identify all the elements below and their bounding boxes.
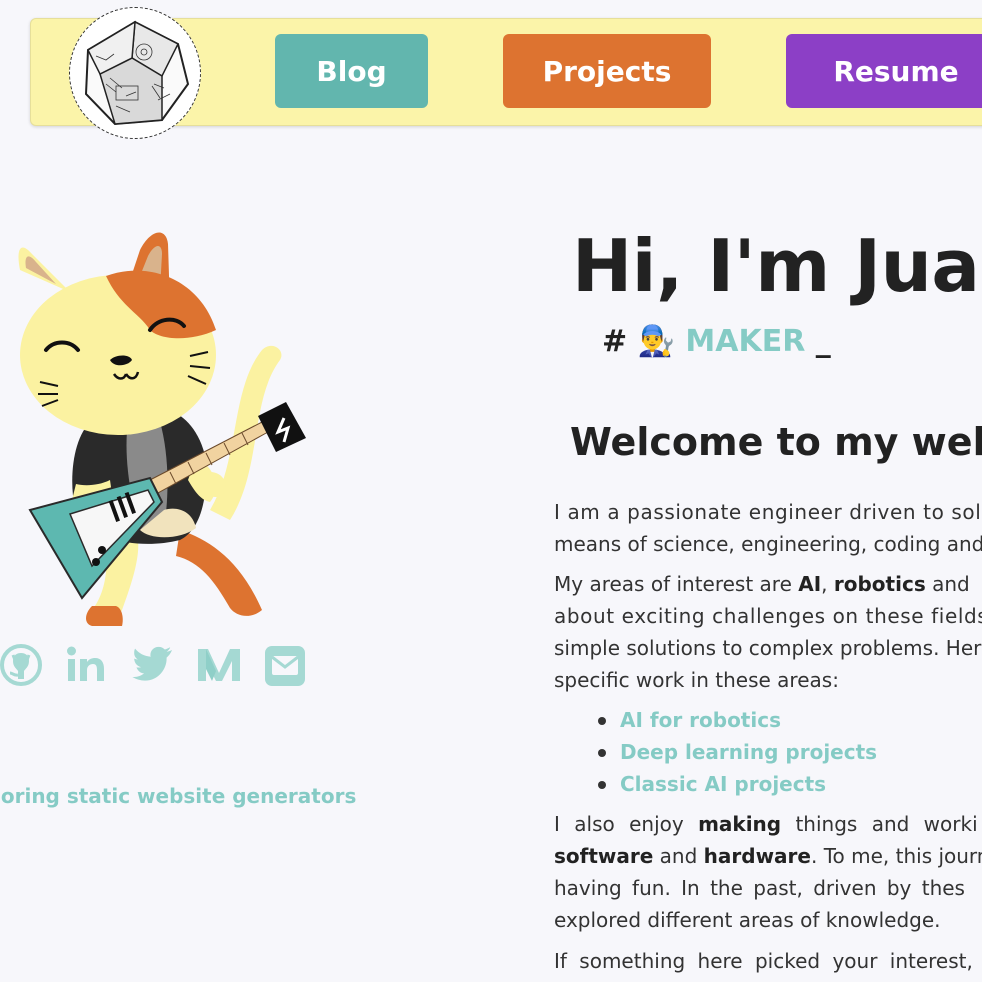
interests-paragraph: My areas of interest are AI, robotics an… (554, 568, 982, 696)
text-line: specific work in these areas: (554, 668, 839, 692)
text-line: having fun. In the past, driven by thes (554, 876, 965, 900)
mechanic-emoji-icon: 👨‍🔧 (637, 324, 675, 359)
list-item: Deep learning projects (598, 736, 877, 768)
text-line: simple solutions to complex problems. He… (554, 636, 982, 660)
cat-guitarist-illustration (18, 232, 306, 626)
list-item: Classic AI projects (598, 768, 877, 800)
projects-button[interactable]: Projects (503, 34, 711, 108)
deep-learning-projects-link[interactable]: Deep learning projects (620, 740, 877, 764)
typed-tagline: # 👨‍🔧 MAKER _ (602, 324, 831, 359)
dodecahedron-logo-icon (84, 20, 190, 126)
contact-paragraph: If something here picked your interest, (554, 945, 982, 977)
typing-cursor: _ (815, 324, 831, 359)
making-paragraph: I also enjoy making things and worki sof… (554, 808, 982, 936)
classic-ai-projects-link[interactable]: Classic AI projects (620, 772, 826, 796)
github-icon[interactable] (0, 643, 42, 687)
text-line: about exciting challenges on these field… (554, 604, 982, 628)
sidebar-post-link[interactable]: loring static website generators (0, 784, 356, 808)
blog-button[interactable]: Blog (275, 34, 428, 108)
ai-for-robotics-link[interactable]: AI for robotics (620, 708, 781, 732)
tagline-hash: # (602, 324, 628, 359)
tagline-word: MAKER (685, 324, 806, 359)
email-icon[interactable] (264, 643, 306, 687)
intro-paragraph: I am a passionate engineer driven to sol… (554, 496, 982, 560)
linkedin-icon[interactable] (66, 643, 108, 687)
text-line: I am a passionate engineer driven to sol (554, 500, 982, 524)
resume-button[interactable]: Resume (786, 34, 982, 108)
text-line: My areas of interest are AI, robotics an… (554, 572, 970, 596)
page-title: Hi, I'm Juan (572, 224, 982, 308)
text-line: If something here picked your interest, (554, 949, 973, 973)
twitter-icon[interactable] (132, 643, 174, 687)
logo[interactable] (69, 7, 201, 139)
text-line: means of science, engineering, coding an… (554, 532, 982, 556)
text-line: I also enjoy making things and worki (554, 812, 978, 836)
welcome-heading: Welcome to my webs (570, 420, 982, 464)
medium-icon[interactable] (196, 643, 240, 687)
text-line: software and hardware. To me, this journ (554, 844, 982, 868)
text-line: explored different areas of knowledge. (554, 908, 941, 932)
interest-links-list: AI for robotics Deep learning projects C… (598, 704, 877, 800)
list-item: AI for robotics (598, 704, 877, 736)
